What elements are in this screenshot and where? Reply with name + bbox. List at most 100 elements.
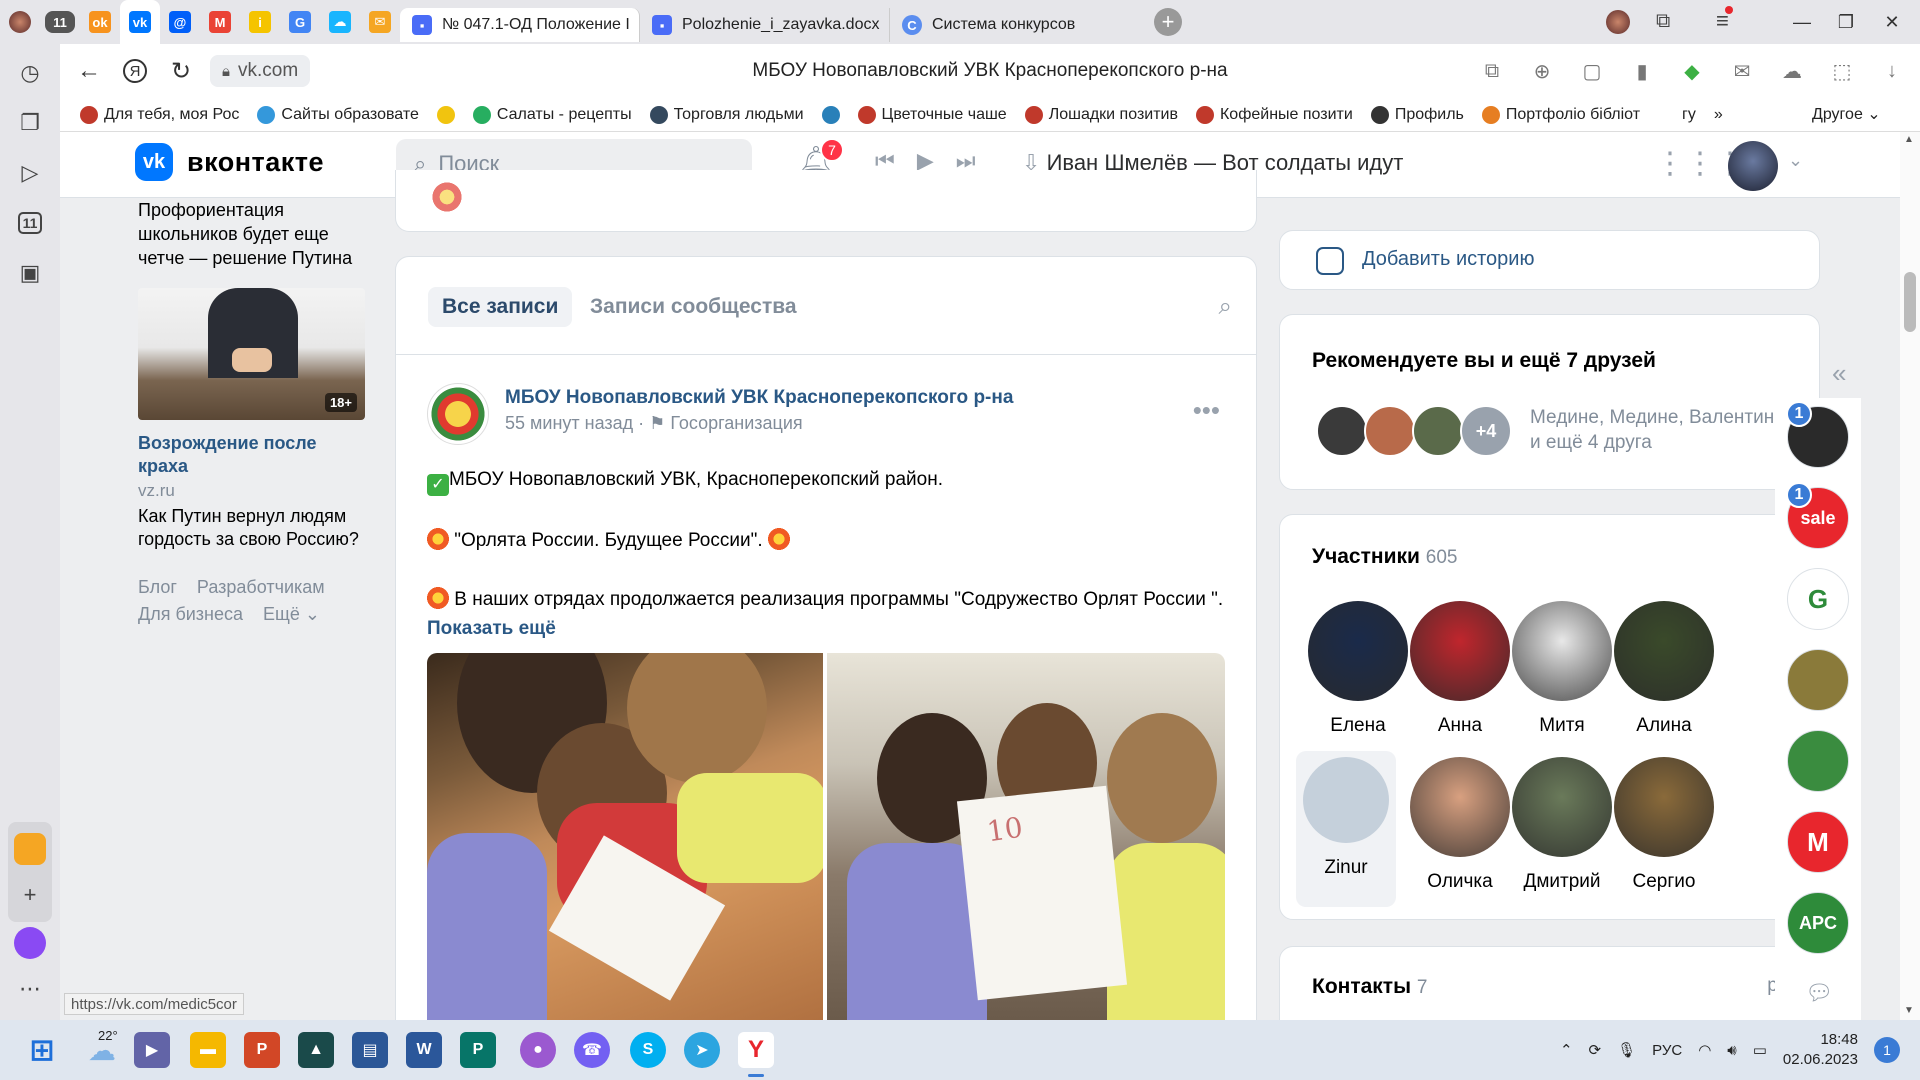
ad-description[interactable]: Как Путин вернул людям гордость за свою … — [138, 505, 368, 551]
sale-app-icon[interactable]: sale 1 — [1786, 482, 1849, 549]
extension-icon[interactable]: ◆ — [1676, 55, 1708, 87]
word-icon[interactable]: W — [406, 1032, 442, 1068]
apc-app-icon[interactable]: APC — [1787, 892, 1849, 954]
g-app-icon[interactable]: G — [1787, 568, 1849, 630]
bookmark-item[interactable]: гу — [1658, 105, 1696, 124]
recommend-names[interactable]: Медине, Медине, Валентина и ещё 4 друга — [1530, 405, 1790, 455]
friend-avatars[interactable]: +4 — [1316, 405, 1536, 457]
tab-tab-count[interactable]: 11 — [40, 0, 80, 44]
collections-icon[interactable]: ❐ — [0, 98, 60, 148]
footer-blog[interactable]: Блог — [138, 577, 177, 598]
scroll-up-icon[interactable]: ▲ — [1904, 134, 1914, 145]
messages-icon[interactable]: 💬︎ — [1805, 980, 1833, 1006]
ad-source[interactable]: vz.ru — [138, 481, 368, 501]
bookmarks-other[interactable]: Другое ⌄ — [1812, 104, 1881, 124]
yandex-browser-icon[interactable]: Y — [738, 1032, 774, 1068]
bookmark-item[interactable]: Сайты образовате — [257, 105, 419, 124]
back-button[interactable]: ← — [66, 48, 112, 94]
mail-icon[interactable]: ✉ — [1726, 55, 1758, 87]
bookmark-item[interactable] — [821, 105, 840, 124]
reload-button[interactable]: ↻ — [158, 48, 204, 94]
mail-app-icon[interactable] — [0, 824, 60, 874]
footer-developers[interactable]: Разработчикам — [197, 577, 325, 598]
downloads-icon[interactable]: ↓ — [1876, 55, 1908, 87]
member-item[interactable]: Сергио — [1602, 757, 1726, 893]
bookmark-item[interactable]: Торговля людьми — [649, 105, 804, 124]
tabs-count-icon[interactable]: 11 — [0, 198, 60, 248]
post-photo-1[interactable] — [427, 653, 823, 1023]
cloud-icon[interactable]: ☁ — [1776, 55, 1808, 87]
more-options-icon[interactable]: ••• — [1193, 395, 1220, 426]
battery-icon[interactable]: ▭ — [1753, 1041, 1767, 1059]
volume-icon[interactable]: 🔊︎ — [1727, 1042, 1736, 1059]
m-app-icon[interactable]: M — [1787, 811, 1849, 873]
scroll-down-icon[interactable]: ▼ — [1904, 1005, 1914, 1016]
more-icon[interactable]: ⋯ — [0, 964, 60, 1014]
alice-icon[interactable]: ● — [520, 1032, 556, 1068]
microphone-icon[interactable]: 🎙︎ — [1617, 1041, 1636, 1059]
explorer-icon[interactable]: ▬ — [190, 1032, 226, 1068]
new-tab-button[interactable]: + — [1154, 8, 1182, 36]
avatar[interactable] — [1728, 141, 1778, 191]
bookmark-item[interactable] — [436, 105, 455, 124]
bookmark-item[interactable]: Кофейные позити — [1195, 105, 1353, 124]
contacts-title[interactable]: Контакты 7 — [1312, 975, 1427, 999]
eco-app-icon[interactable] — [1787, 730, 1849, 792]
tab-odnoklassniki[interactable]: ok — [80, 0, 120, 44]
powerpoint-icon[interactable]: P — [244, 1032, 280, 1068]
tab-docx[interactable]: ▪ Polozhenie_i_zayavka.docx — [640, 8, 890, 42]
meet-icon[interactable]: ▶ — [134, 1032, 170, 1068]
group-name[interactable]: МБОУ Новопавловский УВК Красноперекопско… — [505, 387, 1013, 409]
clock[interactable]: 18:48 02.06.2023 — [1783, 1030, 1858, 1070]
sync-icon[interactable]: ⟳ — [1589, 1041, 1602, 1059]
video-icon[interactable]: ▷ — [0, 148, 60, 198]
translate-icon[interactable]: ⊕ — [1526, 55, 1558, 87]
vk-logo[interactable]: vk вконтакте — [135, 143, 324, 181]
collections-icon[interactable]: ⧉ — [1656, 10, 1670, 33]
footer-business[interactable]: Для бизнеса — [138, 604, 243, 625]
bookmark-item[interactable]: Цветочные чаше — [857, 105, 1007, 124]
add-panel-icon[interactable]: + — [0, 870, 60, 920]
member-item[interactable]: Zinur — [1296, 751, 1396, 907]
footer-more[interactable]: Ещё ⌄ — [263, 604, 320, 625]
viber-icon[interactable]: ☎ — [574, 1032, 610, 1068]
tab-gmail[interactable]: M — [200, 0, 240, 44]
tab-community-posts[interactable]: Записи сообщества — [590, 295, 797, 319]
skype-icon[interactable]: S — [630, 1032, 666, 1068]
screenshot-icon[interactable]: ▣ — [0, 248, 60, 298]
scanner-icon[interactable]: ▤ — [352, 1032, 388, 1068]
extensions-icon[interactable]: ⬚ — [1826, 55, 1858, 87]
tab-mail-ru[interactable]: ✉ — [360, 0, 400, 44]
bookmark-item[interactable]: Салаты - рецепты — [472, 105, 632, 124]
avatar-app-icon[interactable]: 1 — [1786, 401, 1849, 468]
tab-all-posts[interactable]: Все записи — [428, 287, 573, 327]
tab-cloud[interactable]: ☁ — [320, 0, 360, 44]
add-story-card[interactable]: Добавить историю — [1279, 230, 1820, 290]
history-icon[interactable]: ◷ — [0, 48, 60, 98]
post-photo-2[interactable]: 10 — [827, 653, 1225, 1023]
notifications-badge[interactable]: 1 — [1874, 1037, 1900, 1063]
tabs-icon[interactable]: ⧉ — [1476, 55, 1508, 87]
scrollbar[interactable]: ▲ ▼ — [1900, 132, 1920, 1020]
url-field[interactable]: 🔒︎ vk.com — [210, 55, 311, 87]
bookmark-item[interactable]: Портфоліо бібліот — [1481, 105, 1640, 124]
tab-contests[interactable]: С Система конкурсов — [890, 8, 1140, 42]
bookmark-item[interactable]: Для тебя, моя Рос — [80, 105, 239, 124]
family-app-icon[interactable] — [1787, 649, 1849, 711]
group-avatar[interactable] — [427, 383, 489, 445]
tab-info[interactable]: i — [240, 0, 280, 44]
scroll-thumb[interactable] — [1904, 272, 1916, 332]
member-item[interactable]: Алина — [1602, 601, 1726, 737]
publisher-icon[interactable]: P — [460, 1032, 496, 1068]
members-title[interactable]: Участники 605 — [1312, 545, 1457, 569]
chevron-up-icon[interactable]: ⌃ — [1560, 1041, 1573, 1059]
wifi-icon[interactable]: ◠ — [1698, 1041, 1711, 1059]
alice-icon[interactable] — [0, 918, 60, 968]
yandex-icon[interactable]: Я — [112, 48, 158, 94]
ad-title[interactable]: Возрождение после краха — [138, 432, 368, 478]
profile-avatar[interactable] — [0, 0, 40, 44]
bookmark-item[interactable]: Лошадки позитив — [1024, 105, 1178, 124]
language-indicator[interactable]: РУС — [1652, 1042, 1682, 1059]
start-icon[interactable]: ⊞ — [24, 1032, 60, 1068]
tab-vk[interactable]: vk — [120, 0, 160, 44]
